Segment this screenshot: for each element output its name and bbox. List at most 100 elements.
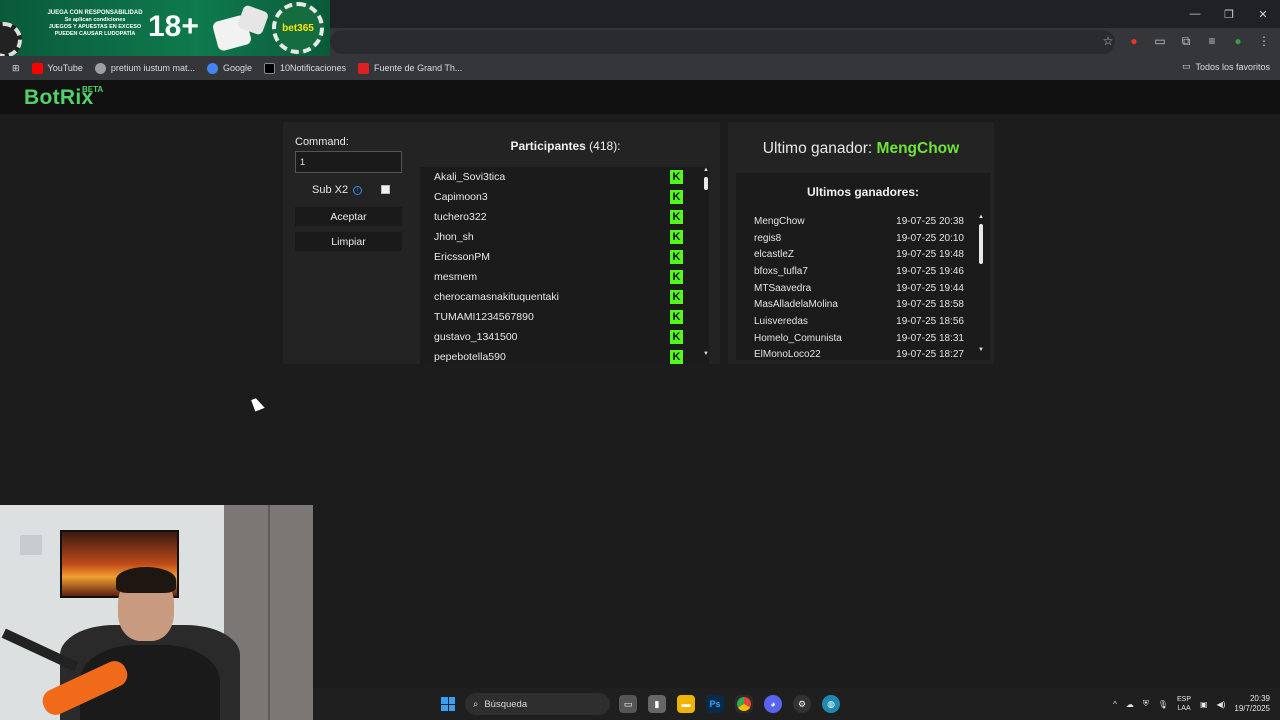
clear-button[interactable]: Limpiar bbox=[295, 232, 402, 251]
ad-banner[interactable]: JUEGA CON RESPONSABILIDAD Se aplican con… bbox=[0, 0, 330, 56]
minimize-icon[interactable]: — bbox=[1178, 0, 1212, 28]
taskbar-search[interactable]: ⌕ Búsqueda bbox=[465, 693, 610, 715]
photoshop-icon[interactable]: Ps bbox=[706, 695, 724, 713]
media-icon[interactable]: ≡ bbox=[1204, 33, 1220, 49]
kick-icon: K bbox=[670, 190, 683, 204]
info-icon[interactable]: i bbox=[353, 185, 363, 195]
kick-icon: K bbox=[670, 250, 683, 264]
winner-row: regis8 19-07-25 20:10 bbox=[754, 232, 964, 244]
list-item[interactable]: Capimoon3 K bbox=[420, 187, 709, 207]
list-item[interactable]: mesmem K bbox=[420, 267, 709, 287]
winner-row: Homelo_Comunista 19-07-25 18:31 bbox=[754, 332, 964, 344]
list-item[interactable]: tuchero322 K bbox=[420, 207, 709, 227]
bookmark-youtube[interactable]: YouTube bbox=[26, 62, 89, 74]
task-view-icon[interactable]: ▭ bbox=[619, 695, 637, 713]
extension-icon[interactable]: ● bbox=[1126, 33, 1142, 49]
command-input[interactable] bbox=[295, 151, 402, 173]
bookmark-google[interactable]: Google bbox=[201, 62, 258, 74]
list-item[interactable]: TUMAMI1234567890 K bbox=[420, 307, 709, 327]
search-icon: ⌕ bbox=[473, 698, 479, 710]
folder-icon: ▭ bbox=[1181, 61, 1191, 71]
x-icon bbox=[263, 62, 275, 74]
chevron-up-icon[interactable]: ^ bbox=[1113, 700, 1117, 709]
casino-chip-icon bbox=[0, 22, 22, 56]
microphone-icon[interactable]: 🎙 bbox=[1158, 700, 1168, 709]
extension-icon[interactable]: ▭ bbox=[1152, 33, 1168, 49]
participants-list[interactable]: Akali_Sovi3tica K Capimoon3 K tuchero322 K … bbox=[420, 167, 709, 364]
list-item[interactable]: pepebotella590 K bbox=[420, 347, 709, 364]
app-icon[interactable]: ◍ bbox=[822, 695, 840, 713]
kick-icon: K bbox=[670, 330, 683, 344]
subx2-option: Sub X2 i bbox=[312, 184, 363, 196]
beta-badge: BETA bbox=[82, 85, 104, 94]
all-bookmarks[interactable]: ▭ Todos los favoritos bbox=[1182, 61, 1270, 72]
address-bar[interactable] bbox=[330, 30, 1115, 54]
bookmark-x[interactable]: 10Notificaciones bbox=[258, 62, 352, 74]
participants-scrollbar[interactable] bbox=[704, 177, 708, 190]
kick-icon: K bbox=[670, 210, 683, 224]
app-icon[interactable]: ⚙ bbox=[793, 695, 811, 713]
volume-icon[interactable]: ◀) bbox=[1217, 700, 1226, 709]
scroll-up-icon[interactable]: ▲ bbox=[978, 214, 984, 220]
list-item[interactable]: Akali_Sovi3tica K bbox=[420, 167, 709, 187]
bet365-chip: bet365 bbox=[272, 2, 324, 54]
winner-row: ElMonoLoco22 19-07-25 18:27 bbox=[754, 349, 964, 360]
app-icon[interactable]: ▮ bbox=[648, 695, 666, 713]
accept-button[interactable]: Aceptar bbox=[295, 207, 402, 226]
list-item[interactable]: cherocamasnakituquentaki K bbox=[420, 287, 709, 307]
scroll-down-icon[interactable]: ▼ bbox=[978, 347, 984, 353]
list-item[interactable]: gustavo_1341500 K bbox=[420, 327, 709, 347]
windows-start-icon[interactable] bbox=[441, 697, 455, 711]
closet-divider bbox=[268, 505, 270, 720]
windows-taskbar: ⌕ Búsqueda ▭ ▮ ▬ Ps ◕ ⚙ ◍ ^ ☁ ⛨ 🎙 ESP LA… bbox=[313, 688, 1280, 720]
kick-icon: K bbox=[670, 310, 683, 324]
subx2-checkbox[interactable] bbox=[381, 185, 390, 194]
menu-icon[interactable]: ⋮ bbox=[1256, 33, 1272, 49]
network-icon[interactable]: ▣ bbox=[1200, 700, 1208, 709]
light-switch bbox=[20, 535, 42, 555]
command-label: Command: bbox=[295, 136, 349, 148]
restore-icon[interactable]: ❐ bbox=[1212, 0, 1246, 28]
bookmarks-bar: ⊞ YouTube pretium iustum mat... Google 1… bbox=[0, 56, 1280, 80]
star-icon[interactable]: ☆ bbox=[1100, 33, 1116, 49]
close-icon[interactable]: ✕ bbox=[1246, 0, 1280, 28]
profile-avatar-icon[interactable]: ● bbox=[1230, 33, 1246, 49]
giveaway-panel: Command: Sub X2 i Aceptar Limpiar Partic… bbox=[283, 122, 720, 364]
winner-row: MengChow 19-07-25 20:38 bbox=[754, 215, 964, 227]
age-restriction: 18+ bbox=[148, 10, 199, 43]
discord-icon[interactable]: ◕ bbox=[764, 695, 782, 713]
kick-icon: K bbox=[670, 270, 683, 284]
cloud-icon[interactable]: ☁ bbox=[1126, 700, 1134, 709]
puzzle-icon[interactable]: ⧉ bbox=[1178, 33, 1194, 49]
kick-icon: K bbox=[670, 230, 683, 244]
system-tray: ^ ☁ ⛨ 🎙 ESP LAA ▣ ◀) 20:39 19/7/2025 bbox=[1113, 688, 1280, 720]
mouse-cursor bbox=[251, 396, 265, 412]
app-header: BotRix BETA bbox=[0, 80, 1280, 114]
webcam-overlay bbox=[0, 505, 313, 720]
bookmark-gta[interactable]: Fuente de Grand Th... bbox=[352, 62, 468, 74]
list-item[interactable]: Jhon_sh K bbox=[420, 227, 709, 247]
winners-scrollbar[interactable] bbox=[979, 224, 983, 264]
globe-icon bbox=[94, 62, 106, 74]
scroll-down-icon[interactable]: ▼ bbox=[703, 351, 709, 357]
winner-row: bfoxs_tufla7 19-07-25 19:46 bbox=[754, 265, 964, 277]
kick-icon: K bbox=[670, 350, 683, 364]
bookmark-pretium[interactable]: pretium iustum mat... bbox=[89, 62, 201, 74]
scroll-up-icon[interactable]: ▲ bbox=[703, 167, 709, 173]
toolbar-icons: ☆ ● ▭ ⧉ ≡ ● ⋮ bbox=[1100, 33, 1272, 49]
winner-row: MTSaavedra 19-07-25 19:44 bbox=[754, 282, 964, 294]
apps-icon[interactable]: ⊞ bbox=[0, 63, 26, 74]
winner-row: elcastleZ 19-07-25 19:48 bbox=[754, 249, 964, 261]
ad-disclaimer: JUEGA CON RESPONSABILIDAD Se aplican con… bbox=[47, 10, 143, 37]
window-controls: — ❐ ✕ bbox=[1178, 0, 1280, 28]
participants-title: Participantes (418): bbox=[510, 139, 621, 153]
language-indicator[interactable]: ESP LAA bbox=[1177, 695, 1191, 713]
chrome-icon[interactable] bbox=[735, 695, 753, 713]
shield-icon[interactable]: ⛨ bbox=[1143, 699, 1149, 709]
file-explorer-icon[interactable]: ▬ bbox=[677, 695, 695, 713]
last-winner-name: MengChow bbox=[876, 140, 960, 157]
winners-list[interactable]: Ultimos ganadores: MengChow 19-07-25 20:3… bbox=[736, 173, 990, 360]
clock[interactable]: 20:39 19/7/2025 bbox=[1234, 694, 1270, 714]
list-item[interactable]: EricssonPM K bbox=[420, 247, 709, 267]
kick-icon: K bbox=[670, 170, 683, 184]
